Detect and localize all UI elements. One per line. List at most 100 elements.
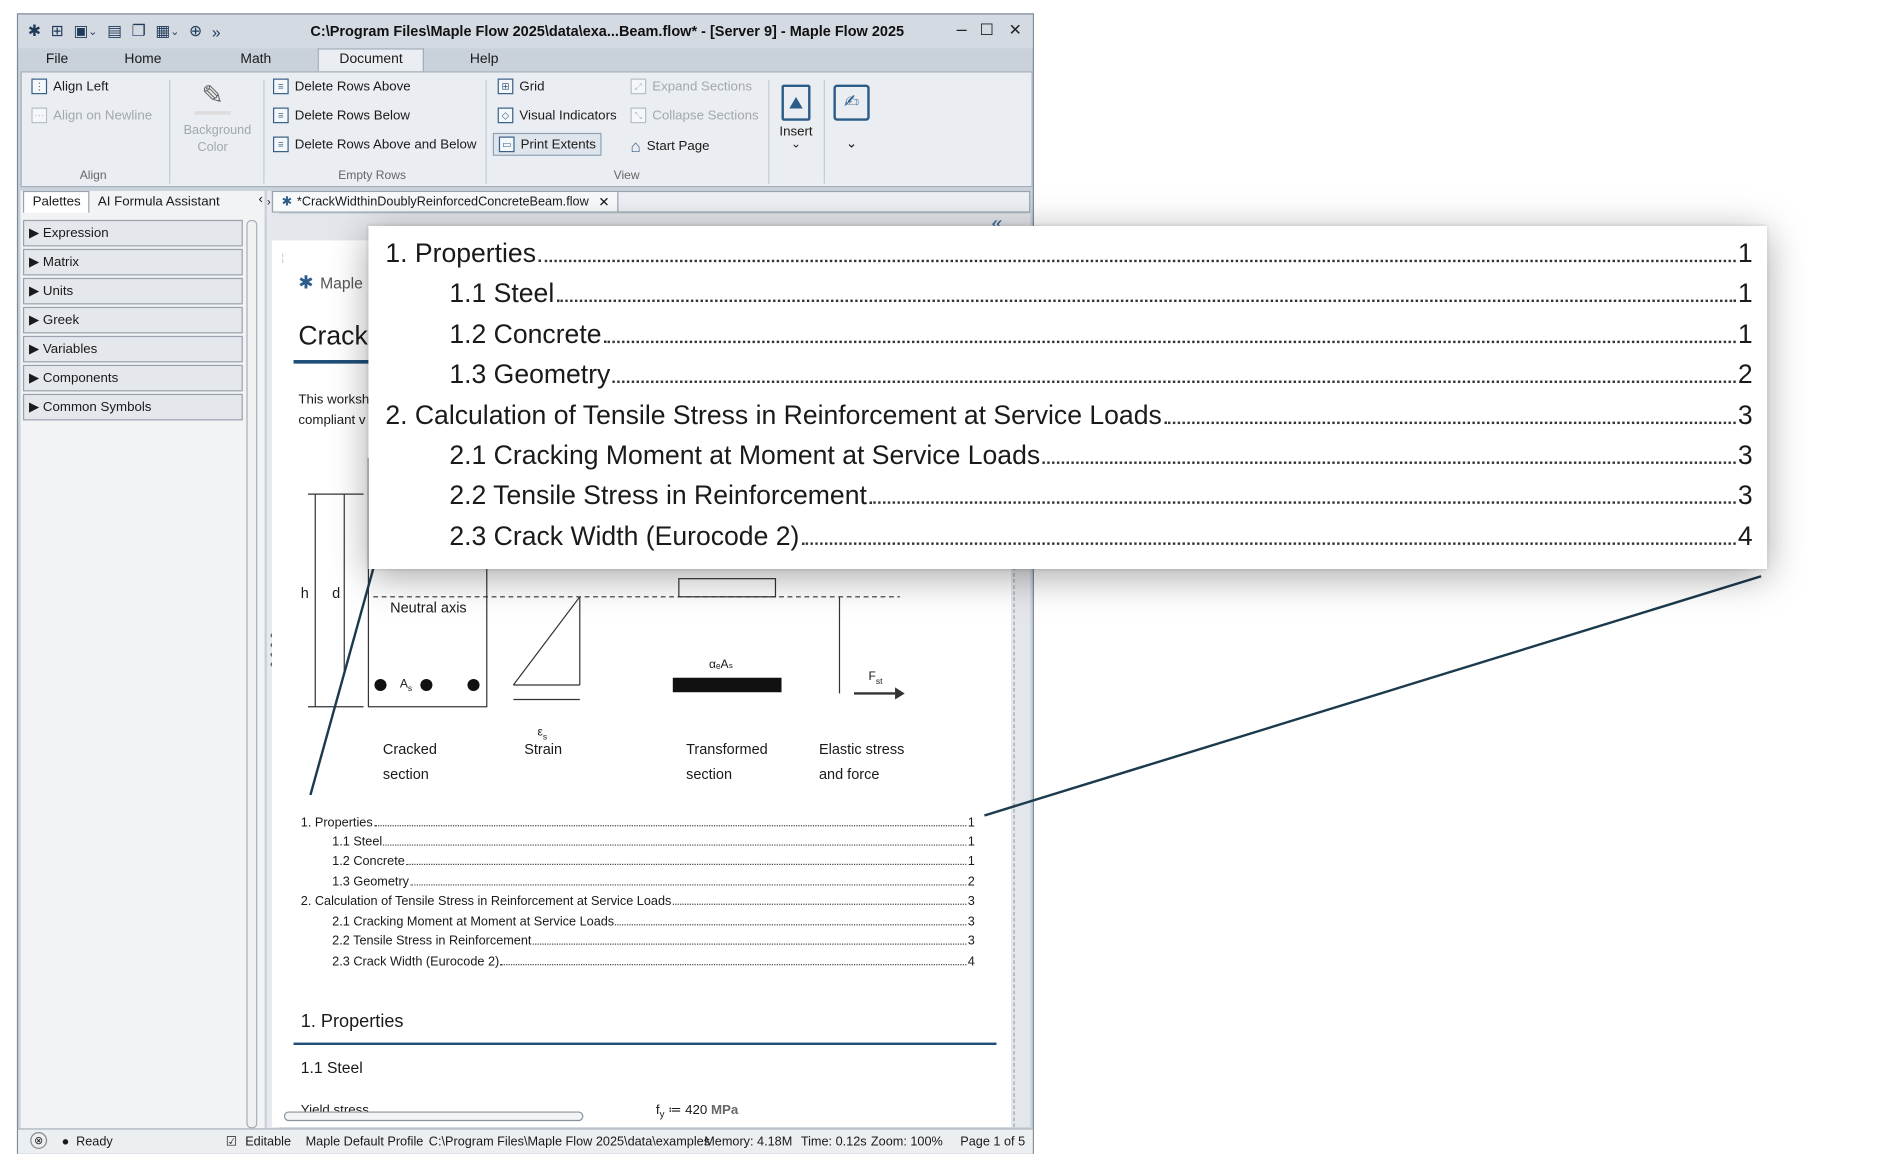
editable-checkbox[interactable]: ☑ [226,1134,237,1148]
tab-document[interactable]: Document [339,52,402,66]
save-icon[interactable]: ▣ [73,22,88,41]
toc-entry[interactable]: 1.3 Geometry 2 [332,873,975,890]
close-button[interactable]: ✕ [1009,21,1022,40]
expand-sections-button[interactable]: ⤢ Expand Sections [630,78,752,95]
paste-icon[interactable]: ▦ [155,22,170,41]
toc-entry[interactable]: 1.1 Steel 1 [332,834,975,851]
visual-indicators-button[interactable]: ◇ Visual Indicators [497,107,617,124]
as-subscript: s [407,684,413,694]
align-left-label: Align Left [53,79,109,94]
new-document-icon[interactable]: ⊞ [51,22,64,41]
tab-palettes[interactable]: Palettes [33,195,81,209]
signature-button[interactable]: ✍ ⌄ [831,84,872,151]
document-tab-label: *CrackWidthinDoublyReinforcedConcreteBea… [296,194,589,210]
toc-label: 1.1 Steel [332,834,383,850]
grid-label: Grid [519,79,545,94]
status-circle-icon[interactable]: ⊗ [30,1131,48,1149]
label-h: h [300,584,309,602]
toc-label: 2.1 Cracking Moment at Moment at Service… [332,914,615,930]
zoom-toc-entry: 1.2 Concrete 1 [449,318,1752,352]
palette-tabs: Palettes AI Formula Assistant ‹ [21,190,265,215]
print-extents-button[interactable]: ▭ Print Extents [492,132,602,156]
insert-button[interactable]: ⛰ Insert ⌄ [775,84,816,150]
tab-home[interactable]: Home [124,52,161,66]
zoom-toc-entry: 1.1 Steel 1 [449,277,1752,311]
toc-page-number: 1 [967,815,975,830]
start-page-button[interactable]: ⌂ Start Page [631,137,710,156]
toc-label: 1. Properties [300,815,373,830]
maple-logo-icon[interactable]: ✱ [28,22,41,41]
grid-button[interactable]: ⊞ Grid [497,78,545,95]
tab-help[interactable]: Help [470,52,499,66]
collapse-sections-button[interactable]: ⤡ Collapse Sections [630,107,759,124]
collapse-left-icon[interactable]: ‹ [258,192,262,206]
toc-entry[interactable]: 2.1 Cracking Moment at Moment at Service… [332,913,975,930]
toc-entry[interactable]: 1.2 Concrete 1 [332,853,975,870]
tab-file[interactable]: File [46,52,68,66]
yield-value: ≔ 420 [664,1102,711,1118]
tab-math[interactable]: Math [240,52,271,66]
caption-transformed-1: Transformed [686,740,768,758]
palette-item-common-symbols[interactable]: ▶ Common Symbols [22,393,243,421]
toc-label: 1.2 Concrete [332,854,405,869]
zoom-toc-leader [1164,399,1736,425]
delete-rows-above-below-label: Delete Rows Above and Below [294,137,477,152]
palette-item-expression[interactable]: ▶ Expression [22,219,243,247]
save-dropdown-icon[interactable]: ⌄ [88,25,97,38]
palette-item-units[interactable]: ▶ Units [22,277,243,305]
zoomed-toc-callout: 1. Properties 1 1.1 Steel 1 1.2 Concrete 1 … [368,225,1768,570]
maximize-button[interactable]: ☐ [980,21,994,40]
delete-rows-below-button[interactable]: ≡ Delete Rows Below [272,107,410,124]
palette-scrollbar[interactable] [246,219,258,1129]
align-newline-button[interactable]: ⋯ Align on Newline [31,107,152,124]
expand-right-icon[interactable]: › [267,196,271,208]
triangle-right-icon: ▶ [28,399,43,415]
delete-rows-above-button[interactable]: ≡ Delete Rows Above [272,78,411,95]
yield-stress-math[interactable]: fy ≔ 420 MPa [656,1102,738,1120]
toc-entry[interactable]: 2. Calculation of Tensile Stress in Rein… [301,893,975,910]
copy-icon[interactable]: ❐ [132,22,146,41]
zoom-toc-entry: 2.3 Crack Width (Eurocode 2) 4 [449,519,1752,553]
align-left-button[interactable]: ⋮ Align Left [31,78,109,95]
zoom-connector-right [984,575,1762,817]
label-epsilon: εs [538,726,548,742]
start-page-label: Start Page [646,138,710,154]
force-arrow-head [895,687,905,700]
minimize-button[interactable]: – [957,19,967,40]
label-d: d [332,584,341,602]
palette-item-variables[interactable]: ▶ Variables [22,335,243,363]
visual-indicators-icon: ◇ [497,107,514,124]
caption-cracked-2: section [382,765,429,783]
palette-item-matrix[interactable]: ▶ Matrix [22,248,243,276]
status-bar: ⊗ ● Ready ☑ Editable Maple Default Profi… [18,1128,1033,1154]
expand-sections-label: Expand Sections [652,79,752,94]
toc-entry[interactable]: 2.2 Tensile Stress in Reinforcement 3 [332,933,975,950]
toc-entry[interactable]: 1. Properties 1 [301,814,975,831]
palette-item-label: Common Symbols [42,399,152,415]
status-zoom[interactable]: Zoom: 100% [871,1134,943,1148]
more-commands-icon[interactable]: » [212,22,221,40]
row-marker: ¦ [281,252,284,264]
toc-entry[interactable]: 2.3 Crack Width (Eurocode 2) 4 [332,953,975,970]
status-time: Time: 0.12s [800,1134,867,1149]
document-tab[interactable]: ✱ *CrackWidthinDoublyReinforcedConcreteB… [274,192,619,212]
toc-leader [500,953,967,966]
background-color-button[interactable]: ✎ Background Color [184,79,252,156]
tab-ai-formula-assistant[interactable]: AI Formula Assistant [98,195,220,209]
palette-item-components[interactable]: ▶ Components [22,364,243,392]
delete-rows-above-below-button[interactable]: ≡ Delete Rows Above and Below [272,136,477,153]
triangle-right-icon: ▶ [28,254,43,270]
zoom-toc-page-number: 2 [1737,358,1753,390]
zoom-icon[interactable]: ⊕ [189,22,202,41]
ribbon: ⋮ Align Left ⋯ Align on Newline Align ✎ … [20,71,1033,188]
brush-icon: ✎ [201,79,224,110]
open-icon[interactable]: ▤ [107,22,122,41]
horizontal-scrollbar[interactable] [283,1111,584,1122]
triangle-right-icon: ▶ [28,283,43,299]
zoom-toc-leader [603,318,1736,344]
zoom-toc-page-number: 4 [1737,520,1753,551]
zoom-toc-label: 1. Properties [385,237,536,269]
paste-dropdown-icon[interactable]: ⌄ [170,25,179,38]
close-tab-icon[interactable]: ✕ [598,194,609,209]
palette-item-greek[interactable]: ▶ Greek [22,306,243,334]
